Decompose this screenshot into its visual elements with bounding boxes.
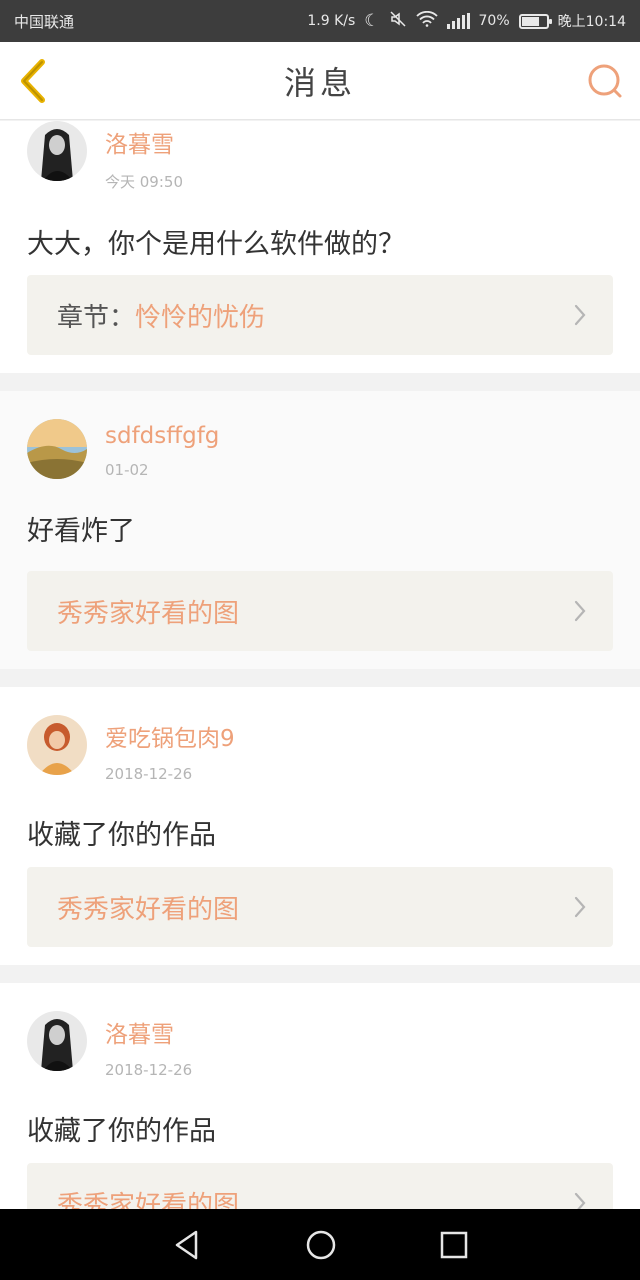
carrier-label: 中国联通: [14, 12, 75, 31]
network-speed: 1.9 K/s: [307, 13, 356, 29]
user-info: sdfdsffgfg 01-02: [105, 419, 219, 479]
avatar[interactable]: [27, 419, 87, 479]
reference-prefix: 章节：: [57, 302, 136, 333]
message-card: sdfdsffgfg 01-02 好看炸了 秀秀家好看的图: [0, 391, 640, 669]
reference-title: 秀秀家好看的图: [57, 598, 240, 629]
message-card: 洛暮雪 2018-12-26 收藏了你的作品 秀秀家好看的图: [0, 983, 640, 1209]
triangle-back-icon[interactable]: [172, 1229, 202, 1261]
chevron-left-icon[interactable]: [16, 58, 52, 104]
signal-icon: [446, 13, 470, 29]
avatar[interactable]: [27, 715, 87, 775]
message-comment: 好看炸了: [27, 516, 135, 547]
reference-title: 秀秀家好看的图: [57, 894, 240, 925]
user-name[interactable]: 洛暮雪: [105, 125, 183, 159]
message-card: 洛暮雪 今天 09:50 大大，你个是用什么软件做的？ 章节： 怜怜的忧伤: [0, 121, 640, 373]
message-time: 2018-12-26: [105, 1061, 193, 1079]
status-icons: 1.9 K/s ☾ 70% 晚上10:14: [307, 10, 626, 32]
status-bar: 中国联通 1.9 K/s ☾ 70% 晚上10:14: [0, 0, 640, 42]
reference-link[interactable]: 章节： 怜怜的忧伤: [27, 275, 613, 355]
app-header: 消息: [0, 42, 640, 120]
circle-home-icon[interactable]: [305, 1229, 337, 1261]
reference-title: 秀秀家好看的图: [57, 1190, 240, 1210]
reference-link[interactable]: 秀秀家好看的图: [27, 1163, 613, 1209]
chevron-right-icon: [574, 600, 586, 622]
search-icon[interactable]: [586, 62, 624, 100]
user-info: 爱吃锅包肉9 2018-12-26: [105, 715, 235, 783]
wifi-icon: [415, 10, 438, 31]
message-time: 今天 09:50: [105, 173, 183, 191]
user-name[interactable]: sdfdsffgfg: [105, 423, 219, 449]
avatar[interactable]: [27, 1011, 87, 1071]
reference-title: 怜怜的忧伤: [135, 302, 266, 333]
avatar[interactable]: [27, 121, 87, 181]
message-user: 洛暮雪 2018-12-26: [27, 983, 613, 1079]
message-time: 2018-12-26: [105, 765, 193, 783]
message-user: 洛暮雪 今天 09:50: [27, 121, 613, 192]
reference-link[interactable]: 秀秀家好看的图: [27, 571, 613, 651]
user-info: 洛暮雪 今天 09:50: [105, 121, 183, 192]
user-name[interactable]: 爱吃锅包肉9: [105, 719, 235, 753]
reference-link[interactable]: 秀秀家好看的图: [27, 867, 613, 947]
moon-icon: ☾: [364, 10, 380, 31]
message-user: 爱吃锅包肉9 2018-12-26: [27, 687, 613, 783]
message-time: 01-02: [105, 461, 149, 479]
chevron-right-icon: [574, 1192, 586, 1209]
battery-percent: 70%: [478, 13, 510, 29]
battery-icon: [518, 13, 552, 29]
message-comment: 收藏了你的作品: [27, 820, 216, 851]
chevron-right-icon: [574, 304, 586, 326]
message-card: 爱吃锅包肉9 2018-12-26 收藏了你的作品 秀秀家好看的图: [0, 687, 640, 965]
square-recent-icon[interactable]: [440, 1231, 468, 1259]
user-info: 洛暮雪 2018-12-26: [105, 1011, 192, 1079]
message-list[interactable]: 洛暮雪 今天 09:50 大大，你个是用什么软件做的？ 章节： 怜怜的忧伤 sd…: [0, 121, 640, 1209]
user-name[interactable]: 洛暮雪: [105, 1015, 192, 1049]
page-title: 消息: [283, 63, 356, 102]
chevron-right-icon: [574, 896, 586, 918]
message-comment: 收藏了你的作品: [27, 1116, 216, 1147]
message-user: sdfdsffgfg 01-02: [27, 391, 613, 479]
clock: 晚上10:14: [557, 14, 626, 30]
mute-icon: [389, 10, 407, 32]
message-comment: 大大，你个是用什么软件做的？: [27, 229, 405, 260]
system-nav-bar: [0, 1209, 640, 1280]
